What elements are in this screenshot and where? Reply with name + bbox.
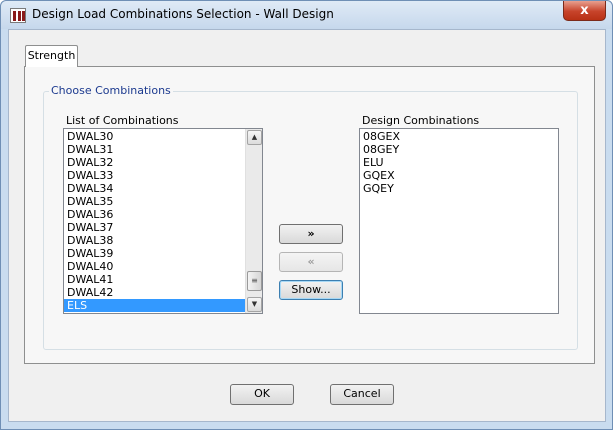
dialog-window: Design Load Combinations Selection - Wal… [0, 0, 613, 430]
design-combinations-label: Design Combinations [362, 114, 480, 127]
list-item[interactable]: DWAL37 [64, 221, 245, 234]
design-combinations-listbox[interactable]: 08GEX 08GEY ELU GQEX GQEY [359, 128, 559, 314]
list-item[interactable]: DWAL32 [64, 156, 245, 169]
list-item[interactable]: DWAL42 [64, 286, 245, 299]
list-of-combinations-items: DWAL30 DWAL31 DWAL32 DWAL33 DWAL34 DWAL35 DWAL… [64, 130, 245, 312]
title-bar[interactable]: Design Load Combinations Selection - Wal… [1, 1, 612, 29]
list-item[interactable]: GQEY [360, 182, 558, 195]
list-item[interactable]: ELU [360, 156, 558, 169]
app-icon [10, 8, 26, 23]
choose-combinations-legend: Choose Combinations [49, 84, 173, 97]
list-item[interactable]: DWAL38 [64, 234, 245, 247]
dialog-client-area: Strength Choose Combinations List of Com… [8, 29, 606, 422]
add-combination-button[interactable]: » [279, 224, 343, 244]
double-chevron-left-icon: « [307, 255, 315, 268]
list-item[interactable]: ELS [64, 299, 245, 312]
list-of-combinations-scrollbar[interactable]: ▲ ≡ ▼ [245, 129, 262, 313]
list-item[interactable]: DWAL39 [64, 247, 245, 260]
list-item[interactable]: DWAL35 [64, 195, 245, 208]
ok-button[interactable]: OK [230, 384, 294, 405]
cancel-button[interactable]: Cancel [330, 384, 394, 405]
list-of-combinations-listbox[interactable]: DWAL30 DWAL31 DWAL32 DWAL33 DWAL34 DWAL35 DWAL… [63, 128, 263, 314]
list-item[interactable]: DWAL31 [64, 143, 245, 156]
window-title: Design Load Combinations Selection - Wal… [32, 7, 334, 21]
scroll-up-icon[interactable]: ▲ [247, 130, 262, 145]
list-item[interactable]: DWAL34 [64, 182, 245, 195]
list-item[interactable]: DWAL41 [64, 273, 245, 286]
tab-panel-strength: Choose Combinations List of Combinations… [24, 66, 595, 364]
list-item[interactable]: DWAL40 [64, 260, 245, 273]
remove-combination-button[interactable]: « [279, 252, 343, 272]
scroll-thumb[interactable]: ≡ [247, 271, 262, 291]
list-item[interactable]: GQEX [360, 169, 558, 182]
list-item[interactable]: DWAL33 [64, 169, 245, 182]
show-button[interactable]: Show... [279, 280, 343, 300]
list-item[interactable]: 08GEY [360, 143, 558, 156]
list-of-combinations-label: List of Combinations [66, 114, 179, 127]
list-item[interactable]: DWAL36 [64, 208, 245, 221]
close-button[interactable]: x [563, 1, 606, 21]
scroll-down-icon[interactable]: ▼ [247, 297, 262, 312]
list-item[interactable]: DWAL30 [64, 130, 245, 143]
design-combinations-items: 08GEX 08GEY ELU GQEX GQEY [360, 130, 558, 195]
list-item[interactable]: 08GEX [360, 130, 558, 143]
double-chevron-right-icon: » [307, 227, 315, 240]
close-icon: x [580, 3, 589, 18]
tab-strength[interactable]: Strength [25, 45, 78, 67]
